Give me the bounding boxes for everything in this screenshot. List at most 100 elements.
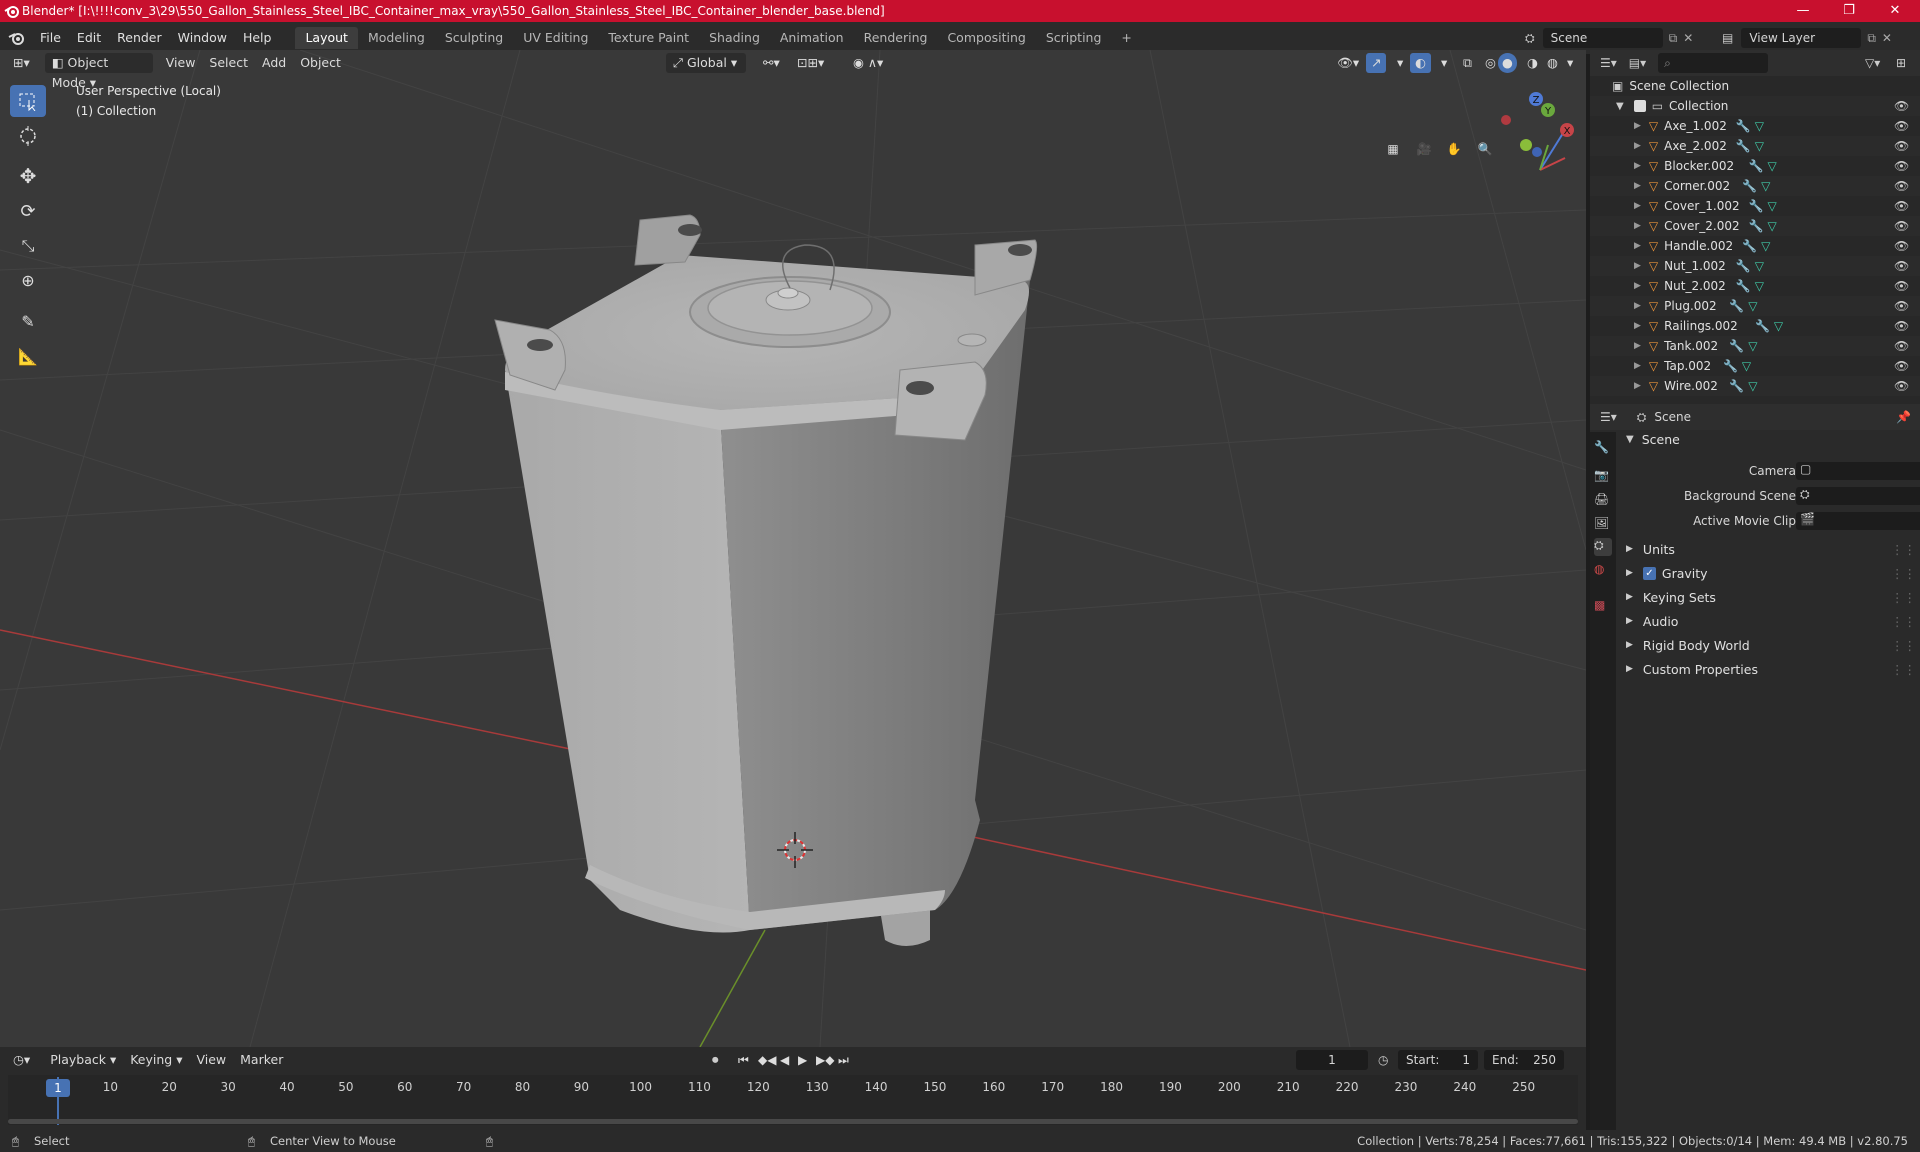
mesh-data-icon[interactable]: ▽ (1742, 359, 1751, 373)
world-tab-icon[interactable]: ◍ (1594, 562, 1612, 580)
expand-arrow-icon[interactable]: ▶ (1634, 181, 1641, 191)
modifier-wrench-icon[interactable]: 🔧 (1736, 279, 1751, 293)
pan-view-icon[interactable]: ✋ (1442, 137, 1466, 161)
menu-edit[interactable]: Edit (69, 27, 109, 49)
cursor-tool-icon[interactable] (10, 120, 46, 152)
tab-sculpting[interactable]: Sculpting (435, 27, 513, 49)
mode-dropdown[interactable]: ◧ Object Mode ▾ (44, 53, 153, 90)
start-frame-field[interactable]: Start: 1 (1398, 1050, 1478, 1070)
modifier-wrench-icon[interactable]: 🔧 (1749, 159, 1764, 173)
output-tab-icon[interactable]: 🖨 (1594, 492, 1612, 510)
modifier-wrench-icon[interactable]: 🔧 (1736, 139, 1751, 153)
scene-panel-header[interactable]: ▼ Scene (1626, 428, 1916, 450)
camera-view-icon[interactable]: 🎥 (1412, 137, 1436, 161)
playhead-frame-badge[interactable]: 1 (46, 1079, 70, 1097)
menu-marker[interactable]: Marker (233, 1050, 290, 1070)
mesh-data-icon[interactable]: ▽ (1768, 159, 1777, 173)
menu-select[interactable]: Select (202, 53, 255, 73)
close-button[interactable]: ✕ (1872, 0, 1918, 22)
scene-remove-icon[interactable]: ✕ (1683, 31, 1693, 45)
gizmo-dropdown-icon[interactable]: ▾ (1390, 53, 1410, 73)
expand-arrow-icon[interactable]: ▶ (1634, 201, 1641, 211)
shading-dropdown-icon[interactable]: ▾ (1560, 53, 1580, 73)
transform-orientation-dropdown[interactable]: ⤢ Global ▾ (666, 53, 746, 73)
expand-arrow-icon[interactable]: ▶ (1634, 221, 1641, 231)
view-layer-remove-icon[interactable]: ✕ (1882, 31, 1892, 45)
modifier-wrench-icon[interactable]: 🔧 (1736, 119, 1751, 133)
menu-help[interactable]: Help (235, 27, 280, 49)
preview-range-icon[interactable]: ◷ (1378, 1053, 1388, 1067)
active-movie-clip-field[interactable]: 🎬 (1796, 512, 1920, 530)
menu-view[interactable]: View (159, 53, 203, 73)
snap-icon[interactable]: ⊡⊞▾ (790, 53, 831, 73)
collection-checkbox[interactable] (1633, 100, 1646, 112)
menu-playback[interactable]: Playback ▾ (43, 1050, 123, 1070)
toggle-camera-grid-icon[interactable]: ▦ (1381, 137, 1405, 161)
overlays-dropdown-icon[interactable]: ▾ (1434, 53, 1454, 73)
xray-toggle-icon[interactable]: ⧉ (1456, 53, 1479, 73)
outliner-object-row[interactable]: ▶ ▽ Tank.002 🔧 ▽ 👁 (1590, 336, 1920, 356)
expand-arrow-icon[interactable]: ▶ (1634, 241, 1641, 251)
subpanel-audio[interactable]: ▶ Audio ⋮⋮ (1626, 610, 1916, 632)
outliner-object-row[interactable]: ▶ ▽ Wire.002 🔧 ▽ 👁 (1590, 376, 1920, 396)
outliner-editor-type-icon[interactable]: ☰▾ (1600, 56, 1617, 70)
end-frame-field[interactable]: End: 250 (1484, 1050, 1564, 1070)
scene-new-icon[interactable]: ⧉ (1669, 31, 1678, 46)
expand-arrow-icon[interactable]: ▶ (1634, 261, 1641, 271)
subpanel-gravity[interactable]: ▶ ✓ Gravity ⋮⋮ (1626, 562, 1916, 584)
proportional-editing-icon[interactable]: ◉ ∧▾ (846, 53, 890, 73)
mesh-data-icon[interactable]: ▽ (1774, 319, 1783, 333)
outliner-object-row[interactable]: ▶ ▽ Handle.002 🔧 ▽ 👁 (1590, 236, 1920, 256)
mesh-data-icon[interactable]: ▽ (1761, 239, 1770, 253)
pin-icon[interactable]: 📌 (1896, 410, 1911, 424)
3d-viewport[interactable]: Z X Y ⊞▾ ◧ Object Mode ▾ View Select Add… (0, 50, 1586, 1047)
mesh-data-icon[interactable]: ▽ (1768, 199, 1777, 213)
outliner-object-row[interactable]: ▶ ▽ Railings.002 🔧 ▽ 👁 (1590, 316, 1920, 336)
visibility-eye-icon[interactable]: 👁 (1894, 359, 1909, 373)
outliner-object-row[interactable]: ▶ ▽ Plug.002 🔧 ▽ 👁 (1590, 296, 1920, 316)
tab-shading[interactable]: Shading (699, 27, 770, 49)
drag-handle-icon[interactable]: ⋮⋮ (1891, 662, 1916, 677)
background-scene-field[interactable]: ⛭ (1796, 487, 1920, 505)
outliner-object-row[interactable]: ▶ ▽ Tap.002 🔧 ▽ 👁 (1590, 356, 1920, 376)
prev-keyframe-icon[interactable]: ◆◀ (758, 1053, 776, 1067)
mesh-data-icon[interactable]: ▽ (1748, 299, 1757, 313)
maximize-button[interactable]: ❐ (1826, 0, 1872, 22)
mesh-data-icon[interactable]: ▽ (1755, 259, 1764, 273)
visibility-eye-icon[interactable]: 👁 (1894, 259, 1909, 273)
menu-render[interactable]: Render (109, 27, 170, 49)
view-layer-tab-icon[interactable]: 🖼 (1594, 516, 1612, 534)
modifier-wrench-icon[interactable]: 🔧 (1755, 319, 1770, 333)
visibility-eye-icon[interactable]: 👁 (1894, 379, 1909, 393)
mesh-data-icon[interactable]: ▽ (1748, 339, 1757, 353)
subpanel-keying-sets[interactable]: ▶ Keying Sets ⋮⋮ (1626, 586, 1916, 608)
modifier-wrench-icon[interactable]: 🔧 (1736, 259, 1751, 273)
menu-add[interactable]: Add (255, 53, 293, 73)
tab-animation[interactable]: Animation (770, 27, 854, 49)
tab-scripting[interactable]: Scripting (1036, 27, 1112, 49)
collapse-arrow-icon[interactable]: ▼ (1616, 101, 1624, 112)
view-layer-name-field[interactable]: View Layer (1741, 28, 1862, 48)
scene-tab-icon[interactable]: ⛭ (1594, 538, 1612, 556)
outliner-display-mode-icon[interactable]: ▤▾ (1629, 56, 1646, 70)
modifier-wrench-icon[interactable]: 🔧 (1723, 359, 1738, 373)
expand-arrow-icon[interactable]: ▶ (1634, 121, 1641, 131)
drag-handle-icon[interactable]: ⋮⋮ (1891, 638, 1916, 653)
tab-compositing[interactable]: Compositing (937, 27, 1035, 49)
modifier-wrench-icon[interactable]: 🔧 (1729, 339, 1744, 353)
timeline-editor-type-icon[interactable]: ◷▾ (6, 1050, 37, 1070)
visibility-eye-icon[interactable]: 👁 (1894, 199, 1909, 213)
add-workspace-button[interactable]: + (1111, 27, 1141, 49)
solid-shading-icon[interactable]: ● (1498, 53, 1517, 73)
expand-arrow-icon[interactable]: ▶ (1634, 381, 1641, 391)
move-tool-icon[interactable]: ✥ (10, 160, 46, 192)
visibility-eye-icon[interactable]: 👁 (1894, 159, 1909, 173)
subpanel-units[interactable]: ▶ Units ⋮⋮ (1626, 538, 1916, 560)
editor-type-icon[interactable]: ⊞▾ (6, 53, 37, 73)
mesh-data-icon[interactable]: ▽ (1761, 179, 1770, 193)
visibility-eye-icon[interactable]: 👁 (1894, 339, 1909, 353)
expand-arrow-icon[interactable]: ▶ (1634, 141, 1641, 151)
modifier-wrench-icon[interactable]: 🔧 (1729, 379, 1744, 393)
tab-texture-paint[interactable]: Texture Paint (598, 27, 699, 49)
tab-rendering[interactable]: Rendering (854, 27, 938, 49)
